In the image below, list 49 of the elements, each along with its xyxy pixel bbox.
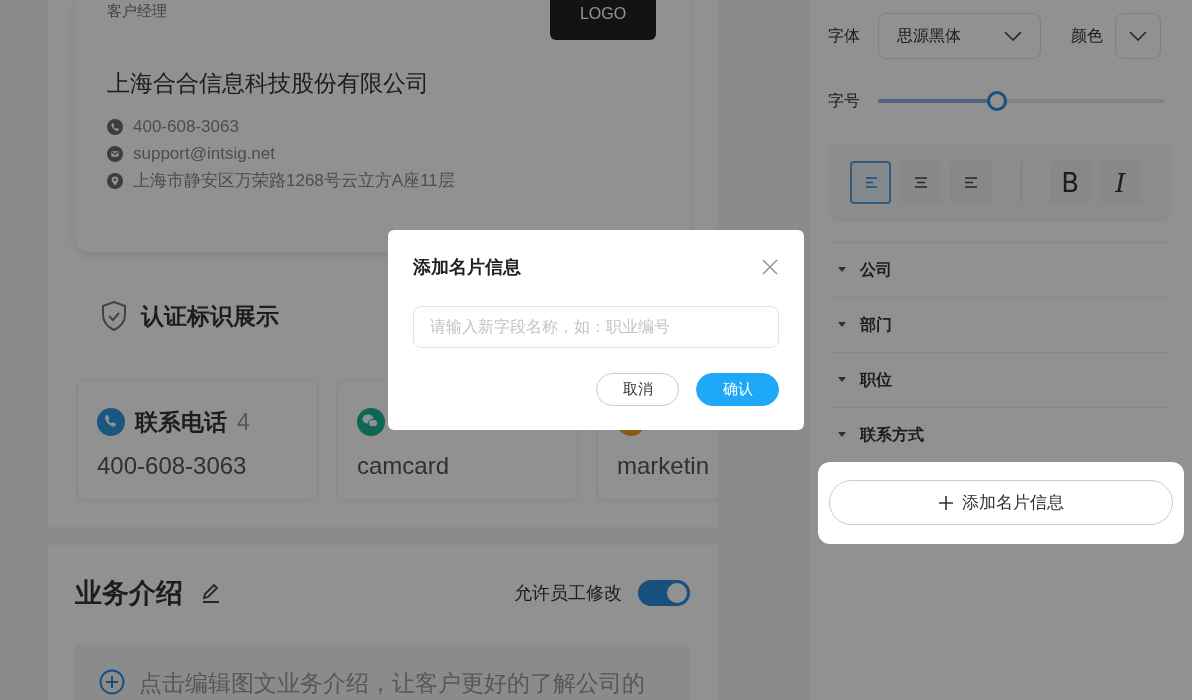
slider-thumb[interactable]: [987, 91, 1008, 111]
dialog-title: 添加名片信息: [413, 256, 521, 279]
envelope-icon: [107, 145, 123, 162]
location-pin-icon: [107, 172, 123, 189]
contact-text: 400-608-3063: [133, 116, 239, 137]
field-label: 字体: [828, 25, 860, 46]
contact-text: support@intsig.net: [133, 143, 275, 164]
section-title: 认证标识展示: [141, 301, 279, 331]
phone-icon: [97, 408, 125, 436]
card-title: 联系电话: [135, 407, 227, 437]
chevron-down-icon: [1004, 31, 1022, 41]
caret-down-icon: [838, 267, 846, 273]
caret-down-icon: [838, 432, 846, 438]
plus-circle-icon: [99, 669, 125, 695]
chat-bubbles-icon: [357, 408, 385, 436]
contact-text: 上海市静安区万荣路1268号云立方A座11层: [133, 170, 455, 192]
align-right-button[interactable]: [950, 161, 992, 204]
plus-icon: [938, 494, 954, 511]
section-title: 业务介绍: [75, 577, 183, 610]
section-label[interactable]: 公司: [860, 259, 892, 281]
font-dropdown[interactable]: 思源黑体: [878, 13, 1041, 59]
field-label: 颜色: [1071, 25, 1103, 46]
job-title: 客户经理: [107, 1, 167, 21]
toggle-label: 允许员工修改: [514, 582, 622, 605]
shield-check-icon: [99, 300, 129, 332]
align-left-button[interactable]: [850, 161, 892, 204]
section-label[interactable]: 部门: [860, 314, 892, 336]
card-value: camcard: [357, 452, 451, 480]
company-name: 上海合合信息科技股份有限公司: [107, 69, 430, 98]
card-value: marketin: [617, 452, 711, 480]
add-field-button[interactable]: 添加名片信息: [829, 480, 1173, 525]
section-label[interactable]: 联系方式: [860, 424, 924, 446]
toggle-switch[interactable]: [638, 580, 690, 606]
close-icon[interactable]: [761, 258, 779, 276]
color-dropdown[interactable]: [1115, 13, 1161, 59]
input-field[interactable]: 请输入新字段名称，如：职业编号: [413, 306, 779, 348]
italic-button[interactable]: I: [1099, 161, 1141, 204]
phone-icon: [107, 118, 123, 135]
logo-text: LOGO: [579, 6, 627, 22]
chevron-down-icon: [1129, 31, 1147, 41]
align-center-button[interactable]: [900, 161, 942, 204]
section-label[interactable]: 职位: [860, 369, 892, 391]
caret-down-icon: [838, 377, 846, 383]
field-label: 字号: [828, 90, 860, 111]
bold-button[interactable]: B: [1049, 161, 1091, 204]
cancel-button[interactable]: 取消: [596, 373, 679, 406]
caret-down-icon: [838, 322, 846, 328]
card-value: 400-608-3063: [97, 452, 248, 480]
card-count: 4: [237, 408, 250, 436]
